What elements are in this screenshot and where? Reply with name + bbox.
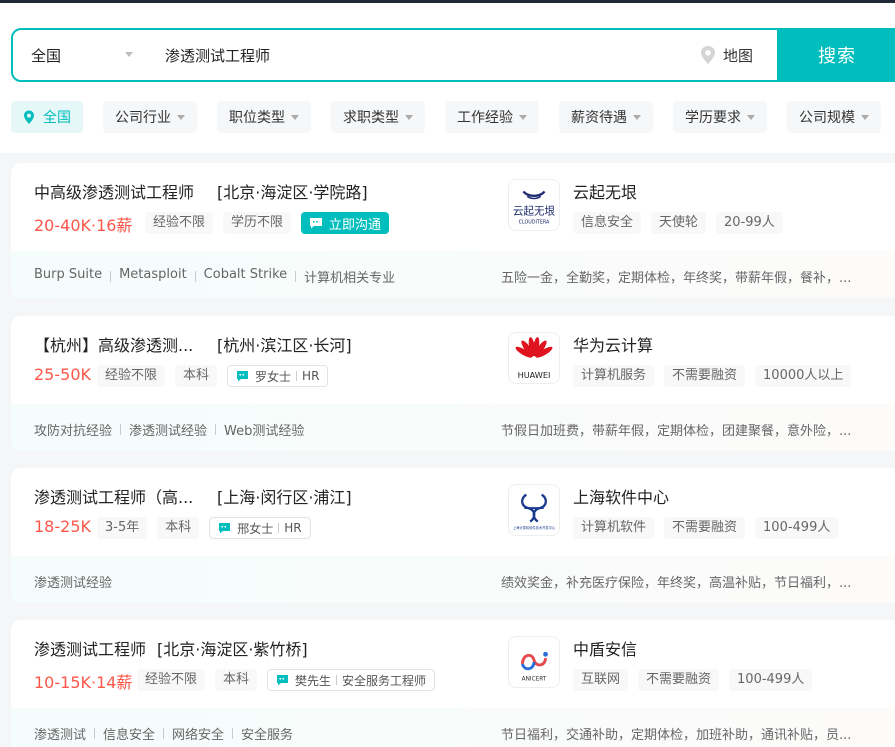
search-button[interactable]: 搜索 bbox=[777, 30, 893, 80]
job-area: [北京·海淀区·紫竹桥] bbox=[157, 640, 308, 659]
job-tag: 经验不限 bbox=[145, 212, 214, 234]
welfare-text: 节假日加班费，带薪年假，定期体检，团建聚餐，意外险，... bbox=[501, 424, 852, 439]
job-tag: 经验不限 bbox=[97, 365, 166, 387]
filter-salary[interactable]: 薪资待遇 bbox=[559, 101, 653, 133]
company-name[interactable]: 中盾安信 bbox=[573, 636, 637, 660]
filter-position-type[interactable]: 职位类型 bbox=[217, 101, 311, 133]
hr-contact[interactable]: 邢女士 HR bbox=[209, 517, 311, 539]
company-name[interactable]: 上海软件中心 bbox=[573, 484, 669, 508]
job-card[interactable]: 【杭州】高级渗透测... [杭州·滨江区·长河] 25-50K 经验不限 本科 … bbox=[11, 316, 895, 451]
job-tags: 经验不限 学历不限 立即沟通 bbox=[145, 212, 390, 234]
filter-job-type[interactable]: 求职类型 bbox=[331, 101, 425, 133]
job-tag: 本科 bbox=[215, 669, 258, 691]
caret-down-icon bbox=[177, 114, 185, 120]
map-label: 地图 bbox=[723, 46, 754, 65]
company-tags: 计算机服务 不需要融资 10000人以上 bbox=[573, 365, 861, 387]
job-tags: 经验不限 本科 罗女士 HR bbox=[97, 365, 329, 387]
filter-degree[interactable]: 学历要求 bbox=[673, 101, 767, 133]
caret-down-icon bbox=[633, 114, 641, 120]
hr-contact[interactable]: 樊先生 安全服务工程师 bbox=[267, 669, 436, 691]
company-tags: 信息安全 天使轮 20-99人 bbox=[573, 212, 793, 234]
hr-contact[interactable]: 罗女士 HR bbox=[227, 365, 329, 387]
job-title[interactable]: 中高级渗透测试工程师 bbox=[34, 179, 194, 203]
salary: 20-40K·16薪 bbox=[34, 216, 133, 235]
job-area: [上海·闵行区·浦江] bbox=[217, 488, 352, 507]
caret-down-icon bbox=[747, 114, 755, 120]
cloud-logo-icon: 云起无垠 CLOUDITERA bbox=[513, 190, 556, 225]
filter-company-size[interactable]: 公司规模 bbox=[787, 101, 881, 133]
map-button[interactable]: 地图 bbox=[699, 30, 753, 80]
job-card[interactable]: 渗透测试工程师（高... [上海·闵行区·浦江] 18-25K 3-5年 本科 … bbox=[11, 468, 895, 603]
caret-down-icon bbox=[861, 114, 869, 120]
salary: 10-15K·14薪 bbox=[34, 673, 133, 692]
skill-tags: Burp Suite Metasploit Cobalt Strike 计算机相… bbox=[34, 267, 396, 286]
skill-tags: 渗透测试经验 bbox=[34, 576, 113, 591]
location-pin-icon bbox=[701, 46, 715, 64]
chat-icon bbox=[310, 218, 323, 229]
company-logo[interactable]: 上海计算机软件技术开发中心 bbox=[508, 484, 560, 536]
search-header: 全国 地图 搜索 全国 公司行业 职位类型 求职类型 工作经验 薪资待遇 学历要… bbox=[0, 3, 895, 153]
search-bar: 全国 地图 搜索 bbox=[11, 28, 895, 82]
job-title[interactable]: 【杭州】高级渗透测... bbox=[34, 332, 193, 356]
salary: 18-25K bbox=[34, 517, 91, 536]
city-select-label: 全国 bbox=[31, 46, 62, 65]
job-card[interactable]: 中高级渗透测试工程师 [北京·海淀区·学院路] 20-40K·16薪 经验不限 … bbox=[11, 163, 895, 298]
search-input[interactable] bbox=[165, 40, 685, 70]
chat-icon bbox=[219, 523, 231, 534]
chat-icon bbox=[277, 675, 289, 686]
svg-text:CLOUDITERA: CLOUDITERA bbox=[519, 219, 550, 225]
company-tags: 互联网 不需要融资 100-499人 bbox=[573, 669, 822, 691]
job-tags: 3-5年 本科 邢女士 HR bbox=[97, 517, 311, 539]
filter-experience[interactable]: 工作经验 bbox=[445, 101, 539, 133]
chevron-down-icon bbox=[125, 52, 133, 57]
svg-text:ANICERT: ANICERT bbox=[522, 676, 547, 682]
filter-industry[interactable]: 公司行业 bbox=[103, 101, 197, 133]
filter-bar: 全国 公司行业 职位类型 求职类型 工作经验 薪资待遇 学历要求 公司规模 bbox=[11, 101, 895, 133]
skill-tags: 攻防对抗经验 渗透测试经验 Web测试经验 bbox=[34, 424, 305, 439]
location-pin-icon bbox=[24, 110, 34, 124]
salary: 25-50K bbox=[34, 365, 91, 384]
welfare-text: 五险一金，全勤奖，定期体检，年终奖，带薪年假，餐补，... bbox=[501, 271, 852, 286]
job-tag: 学历不限 bbox=[223, 212, 292, 234]
city-select[interactable]: 全国 bbox=[13, 30, 147, 80]
job-tag: 3-5年 bbox=[97, 517, 148, 539]
filter-city[interactable]: 全国 bbox=[11, 101, 83, 133]
job-tags: 经验不限 本科 樊先生 安全服务工程师 bbox=[137, 669, 436, 691]
anicert-logo-icon: ANICERT bbox=[521, 651, 548, 682]
svg-text:上海计算机软件技术开发中心: 上海计算机软件技术开发中心 bbox=[513, 525, 556, 530]
company-logo[interactable]: HUAWEI bbox=[508, 332, 560, 384]
company-name[interactable]: 云起无垠 bbox=[573, 179, 637, 203]
chat-now-button[interactable]: 立即沟通 bbox=[301, 212, 390, 234]
job-card[interactable]: 渗透测试工程师 [北京·海淀区·紫竹桥] 10-15K·14薪 经验不限 本科 … bbox=[11, 620, 895, 747]
company-tags: 计算机软件 不需要融资 100-499人 bbox=[573, 517, 848, 539]
job-area: [北京·海淀区·学院路] bbox=[217, 183, 368, 202]
sssc-logo-icon: 上海计算机软件技术开发中心 bbox=[513, 493, 556, 530]
caret-down-icon bbox=[291, 114, 299, 120]
company-logo[interactable]: ANICERT bbox=[508, 636, 560, 688]
huawei-logo-icon: HUAWEI bbox=[515, 337, 553, 380]
job-tag: 本科 bbox=[175, 365, 218, 387]
caret-down-icon bbox=[519, 114, 527, 120]
caret-down-icon bbox=[405, 114, 413, 120]
job-tag: 本科 bbox=[157, 517, 200, 539]
welfare-text: 绩效奖金，补充医疗保险，年终奖，高温补贴，节日福利，... bbox=[501, 576, 852, 591]
company-logo[interactable]: 云起无垠 CLOUDITERA bbox=[508, 179, 560, 231]
welfare-text: 节日福利，交通补助，定期体检，加班补助，通讯补贴，员... bbox=[501, 728, 852, 743]
company-name[interactable]: 华为云计算 bbox=[573, 332, 653, 356]
svg-text:HUAWEI: HUAWEI bbox=[518, 370, 551, 380]
job-tag: 经验不限 bbox=[137, 669, 206, 691]
job-title[interactable]: 渗透测试工程师 bbox=[34, 636, 146, 660]
svg-text:云起无垠: 云起无垠 bbox=[513, 206, 556, 218]
job-area: [杭州·滨江区·长河] bbox=[217, 336, 352, 355]
job-title[interactable]: 渗透测试工程师（高... bbox=[34, 484, 193, 508]
skill-tags: 渗透测试 信息安全 网络安全 安全服务 bbox=[34, 728, 294, 743]
chat-icon bbox=[237, 371, 249, 382]
